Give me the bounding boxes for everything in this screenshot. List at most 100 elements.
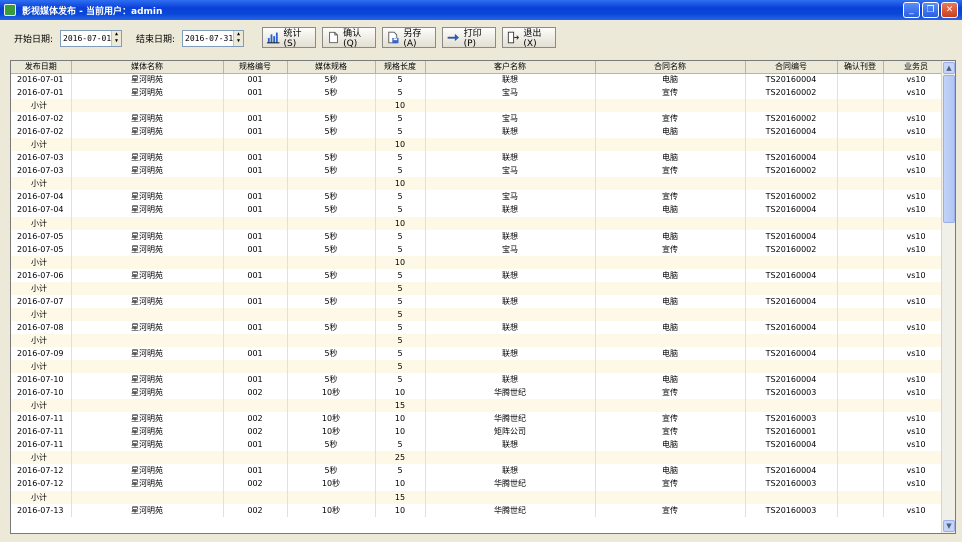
table-row[interactable]: 2016-07-11 星河明苑 002 10秒 10 矩阵公司 宣传 TS20160001 vs…	[11, 425, 950, 439]
subtotal-row[interactable]: 小计 25	[11, 451, 950, 465]
cell-spec-code: 001	[223, 229, 288, 243]
cell-media-name: 星河明苑	[71, 503, 224, 517]
cell-spec-code	[223, 255, 288, 269]
table-row[interactable]: 2016-07-10 星河明苑 002 10秒 10 华腾世纪 宣传 TS20160003 vs…	[11, 386, 950, 400]
table-row[interactable]: 2016-07-11 星河明苑 001 5秒 5 联想 电脑 TS20160004 vs10	[11, 438, 950, 452]
table-row[interactable]: 2016-07-08 星河明苑 001 5秒 5 联想 电脑 TS20160004 vs10	[11, 320, 950, 334]
table-row[interactable]: 2016-07-04 星河明苑 001 5秒 5 宝马 宣传 TS20160002 vs10	[11, 190, 950, 204]
table-row[interactable]: 2016-07-01 星河明苑 001 5秒 5 联想 电脑 TS20160004 vs10	[11, 73, 950, 87]
subtotal-row[interactable]: 小计 5	[11, 307, 950, 321]
table-row[interactable]: 2016-07-03 星河明苑 001 5秒 5 联想 电脑 TS20160004 vs10	[11, 151, 950, 165]
table-row[interactable]: 2016-07-06 星河明苑 001 5秒 5 联想 电脑 TS20160004 vs10	[11, 268, 950, 282]
cell-spec-length: 10	[375, 503, 426, 517]
table-row[interactable]: 2016-07-05 星河明苑 001 5秒 5 联想 电脑 TS20160004 vs10	[11, 229, 950, 243]
cell-contract-no: TS20160004	[745, 229, 838, 243]
subtotal-row[interactable]: 小计 10	[11, 138, 950, 152]
cell-confirm	[837, 425, 884, 439]
cell-spec-code	[223, 360, 288, 374]
cell-media-name: 星河明苑	[71, 86, 224, 100]
start-date-value: 2016-07-01	[63, 34, 112, 43]
cell-spec-code: 001	[223, 346, 288, 361]
col-header-confirm[interactable]: 确认刊登	[837, 61, 884, 74]
col-header-spec-code[interactable]: 规格编号	[223, 61, 288, 74]
window-title: 影视媒体发布 - 当前用户：admin	[22, 6, 163, 17]
cell-spec-length: 5	[375, 307, 426, 321]
spin-up-icon[interactable]: ▲	[234, 31, 243, 38]
col-header-contract-name[interactable]: 合同名称	[595, 61, 746, 74]
spin-up-icon[interactable]: ▲	[112, 31, 121, 38]
cell-customer: 宝马	[425, 164, 596, 178]
spin-down-icon[interactable]: ▼	[234, 38, 243, 45]
table-row[interactable]: 2016-07-12 星河明苑 002 10秒 10 华腾世纪 宣传 TS20160003 vs…	[11, 477, 950, 491]
col-header-contract-no[interactable]: 合同编号	[745, 61, 838, 74]
cell-media-name: 星河明苑	[71, 112, 224, 126]
confirm-button[interactable]: 确认(Q)	[322, 27, 376, 49]
cell-contract-name	[595, 99, 746, 113]
subtotal-row[interactable]: 小计 10	[11, 177, 950, 191]
table-row[interactable]: 2016-07-02 星河明苑 001 5秒 5 联想 电脑 TS20160004 vs10	[11, 125, 950, 139]
cell-date: 小计	[11, 255, 72, 269]
col-header-media-name[interactable]: 媒体名称	[71, 61, 224, 74]
vertical-scrollbar[interactable]: ▲ ▼	[941, 61, 955, 533]
print-button[interactable]: 打印(P)	[442, 27, 496, 49]
cell-spec-length: 15	[375, 399, 426, 413]
end-date-picker[interactable]: 2016-07-31 ▲ ▼	[182, 30, 244, 47]
exit-button[interactable]: 退出(X)	[502, 27, 556, 49]
cell-contract-name: 电脑	[595, 203, 746, 217]
col-header-date[interactable]: 发布日期	[11, 61, 72, 74]
start-date-picker[interactable]: 2016-07-01 ▲ ▼	[60, 30, 122, 47]
table-row[interactable]: 2016-07-05 星河明苑 001 5秒 5 宝马 宣传 TS20160002 vs10	[11, 242, 950, 256]
table-row[interactable]: 2016-07-11 星河明苑 002 10秒 10 华腾世纪 宣传 TS20160003 vs…	[11, 412, 950, 426]
table-row[interactable]: 2016-07-09 星河明苑 001 5秒 5 联想 电脑 TS20160004 vs10	[11, 346, 950, 361]
subtotal-row[interactable]: 小计 5	[11, 333, 950, 347]
subtotal-row[interactable]: 小计 10	[11, 216, 950, 230]
col-header-spec-length[interactable]: 规格长度	[375, 61, 426, 74]
cell-customer: 宝马	[425, 86, 596, 100]
subtotal-row[interactable]: 小计 10	[11, 99, 950, 113]
table-row[interactable]: 2016-07-03 星河明苑 001 5秒 5 宝马 宣传 TS20160002 vs10	[11, 164, 950, 178]
subtotal-row[interactable]: 小计 5	[11, 360, 950, 374]
subtotal-row[interactable]: 小计 10	[11, 255, 950, 269]
minimize-button[interactable]: _	[903, 2, 920, 18]
scroll-down-icon[interactable]: ▼	[943, 520, 955, 532]
table-row[interactable]: 2016-07-10 星河明苑 001 5秒 5 联想 电脑 TS20160004 vs10	[11, 373, 950, 387]
table-row[interactable]: 2016-07-07 星河明苑 001 5秒 5 联想 电脑 TS20160004 vs10	[11, 294, 950, 308]
start-date-spinner[interactable]: ▲ ▼	[111, 31, 121, 46]
subtotal-row[interactable]: 小计 5	[11, 281, 950, 295]
cell-contract-name	[595, 451, 746, 465]
table-row[interactable]: 2016-07-04 星河明苑 001 5秒 5 联想 电脑 TS20160004 vs10	[11, 203, 950, 217]
col-header-customer[interactable]: 客户名称	[425, 61, 596, 74]
cell-contract-no: TS20160002	[745, 112, 838, 126]
subtotal-row[interactable]: 小计 15	[11, 399, 950, 413]
spin-down-icon[interactable]: ▼	[112, 38, 121, 45]
cell-media-spec: 10秒	[287, 425, 376, 439]
cell-customer: 华腾世纪	[425, 386, 596, 400]
restore-button[interactable]: ❐	[922, 2, 939, 18]
cell-media-spec: 5秒	[287, 268, 376, 282]
cell-contract-name	[595, 399, 746, 413]
col-header-salesperson[interactable]: 业务员	[883, 61, 950, 74]
table-row[interactable]: 2016-07-01 星河明苑 001 5秒 5 宝马 宣传 TS20160002 vs10	[11, 86, 950, 100]
cell-salesperson: vs10	[883, 477, 950, 491]
table-row[interactable]: 2016-07-12 星河明苑 001 5秒 5 联想 电脑 TS20160004 vs10	[11, 464, 950, 478]
col-header-media-spec[interactable]: 媒体规格	[287, 61, 376, 74]
end-date-spinner[interactable]: ▲ ▼	[233, 31, 243, 46]
subtotal-row[interactable]: 小计 15	[11, 490, 950, 504]
cell-date: 小计	[11, 360, 72, 374]
cell-media-name: 星河明苑	[71, 464, 224, 478]
cell-contract-name: 宣传	[595, 503, 746, 517]
cell-date: 2016-07-03	[11, 164, 72, 178]
scroll-up-icon[interactable]: ▲	[943, 62, 955, 74]
stats-button[interactable]: 统计(S)	[262, 27, 316, 49]
cell-spec-code: 001	[223, 438, 288, 452]
table-row[interactable]: 2016-07-02 星河明苑 001 5秒 5 宝马 宣传 TS20160002 vs10	[11, 112, 950, 126]
cell-media-name: 星河明苑	[71, 294, 224, 308]
save-as-button[interactable]: 另存(A)	[382, 27, 436, 49]
cell-spec-code: 001	[223, 73, 288, 87]
cell-spec-length: 10	[375, 255, 426, 269]
cell-media-spec: 5秒	[287, 125, 376, 139]
scroll-thumb[interactable]	[943, 75, 955, 223]
close-button[interactable]: ✕	[941, 2, 958, 18]
cell-media-spec	[287, 333, 376, 347]
table-row[interactable]: 2016-07-13 星河明苑 002 10秒 10 华腾世纪 宣传 TS20160003 vs…	[11, 503, 950, 517]
